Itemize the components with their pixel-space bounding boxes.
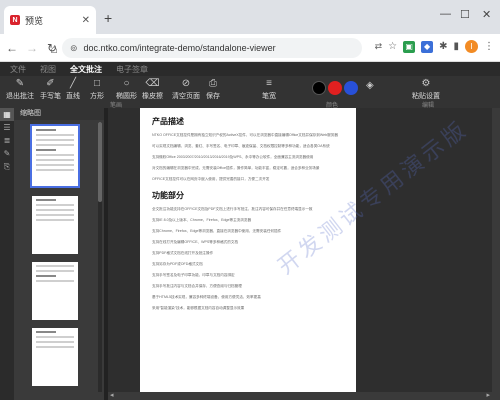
tab-file[interactable]: 文件: [10, 64, 26, 75]
fill-bucket-icon[interactable]: ◈: [366, 80, 374, 93]
handwriting-pen-label: 手写笔: [40, 93, 61, 100]
pen-icon: ✐: [46, 78, 55, 89]
paragraph-line: 可以实现文档编辑、浏览、套红、手写签名、电子印章、痕迹保留、文档权限控制等多种功…: [152, 144, 330, 148]
tab-close-icon[interactable]: ✕: [82, 15, 90, 26]
eraser-button[interactable]: ⌫ 橡皮擦: [142, 78, 163, 101]
pen-exit-icon: ✎: [15, 78, 25, 89]
tab-title: 预览: [25, 15, 44, 26]
back-icon[interactable]: ←: [6, 41, 18, 55]
scroll-right-icon[interactable]: ▸: [486, 391, 490, 399]
rectangle-button[interactable]: □ 方形: [90, 78, 104, 101]
toolbar-extensions: ⇄ ☆ ▣ ◆ ✱ ▮ I ⋮: [375, 40, 494, 53]
paragraph-line: NTKO OFFICE文档控件是拥有独立知识产权的ActiveX控件，可以在浏览…: [152, 133, 338, 137]
paragraph-line: 支持微软Office 2003/2007/2010/2013/2016/2019…: [152, 155, 314, 159]
extensions-puzzle-icon[interactable]: ✱: [439, 41, 447, 52]
paragraph-line: 支持手写批注内容与文档合并保存，方便查阅与归档管理: [152, 284, 242, 288]
heading-product-description: 产品描述: [152, 117, 184, 126]
color-blue-swatch[interactable]: [344, 81, 358, 95]
clear-page-button[interactable]: ⊘ 清空页面: [172, 78, 200, 101]
annotations-icon[interactable]: ✎: [0, 147, 14, 160]
site-logo-icon: N: [10, 15, 20, 25]
paragraph-line: OFFICE文档控件可以在网页中嵌入使用，提供完善的接口，方便二次开发: [152, 177, 270, 181]
ribbon-toolbar: ✎ 退出批注 ✐ 手写笔 ╱ 直线 □ 方形 ○ 椭圆形 ⌫ 橡皮擦 ⊘ 清空页…: [0, 76, 500, 109]
viewer-vertical-scrollbar[interactable]: [492, 108, 500, 392]
rectangle-icon: □: [93, 78, 101, 89]
new-tab-button[interactable]: +: [104, 10, 112, 26]
url-text: doc.ntko.com/integrate-demo/standalone-v…: [83, 43, 276, 53]
tab-fulltext-annotation[interactable]: 全文批注: [70, 64, 102, 75]
settings-icon: ⚙: [421, 78, 431, 89]
home-icon[interactable]: ⌂: [48, 42, 60, 56]
url-input[interactable]: ⊚ doc.ntko.com/integrate-demo/standalone…: [62, 38, 362, 58]
profile-avatar[interactable]: I: [465, 40, 478, 53]
thumbnails-icon[interactable]: ▦: [0, 108, 14, 121]
bookmark-star-icon[interactable]: ☆: [388, 41, 397, 52]
line-icon: ╱: [69, 78, 77, 89]
clear-page-label: 清空页面: [172, 93, 200, 100]
tab-e-signature[interactable]: 电子签章: [116, 64, 148, 75]
eraser-label: 橡皮擦: [142, 93, 163, 100]
page-thumbnail[interactable]: [32, 328, 78, 386]
close-window-icon[interactable]: ✕: [482, 8, 491, 21]
paragraph-line: 采用“智能渲染”技术，能够根据文档内容自动调整显示效果: [152, 306, 245, 310]
page-thumbnail[interactable]: [32, 196, 78, 254]
browser-menu-icon[interactable]: ⋮: [484, 41, 494, 52]
exit-annotation-label: 退出批注: [6, 93, 34, 100]
thumbnail-scrollbar[interactable]: [98, 122, 102, 392]
heading-features: 功能部分: [152, 191, 184, 200]
sidepanel-icon[interactable]: ▮: [453, 41, 459, 52]
maximize-icon[interactable]: ☐: [460, 8, 470, 21]
save-button[interactable]: ⎙ 保存: [206, 78, 220, 101]
page-thumbnail[interactable]: [30, 124, 80, 188]
clear-page-icon: ⊘: [181, 78, 191, 89]
extension-blue-icon[interactable]: ◆: [421, 40, 434, 53]
pen-width-icon: ≡: [266, 78, 272, 89]
paragraph-line: 支持手写签名及电子印章功能，印章与文档内容绑定: [152, 273, 235, 277]
viewer-horizontal-scrollbar[interactable]: ◂ ▸: [108, 392, 500, 400]
pen-width-button[interactable]: ≡ 笔宽: [262, 78, 276, 101]
viewer-app: 文件 视图 全文批注 电子签章 ✎ 退出批注 ✐ 手写笔 ╱ 直线 □ 方形 ○…: [0, 62, 500, 400]
exit-annotation-button[interactable]: ✎ 退出批注: [6, 78, 34, 101]
save-label: 保存: [206, 93, 220, 100]
scroll-left-icon[interactable]: ◂: [110, 391, 114, 399]
rectangle-label: 方形: [90, 93, 104, 100]
site-info-icon[interactable]: ⊚: [70, 43, 78, 54]
paste-settings-button[interactable]: ⚙ 粘贴设置: [412, 78, 440, 101]
outline-icon[interactable]: ☰: [0, 121, 14, 134]
paragraph-line: 对文档的编辑在浏览器中完成，无需安装Office插件，操作简单，功能丰富，稳定可…: [152, 166, 320, 170]
address-bar: ← → ↻ ⌂ ⊚ doc.ntko.com/integrate-demo/st…: [0, 34, 500, 62]
minimize-icon[interactable]: —: [440, 8, 451, 20]
paragraph-line: 全文批注功能支持在OFFICE文档及PDF文档上进行手写批注，批注内容可保存并在…: [152, 207, 313, 211]
attachments-icon[interactable]: ⎘: [0, 160, 14, 173]
left-icon-bar: ▦ ☰ ≣ ✎ ⎘: [0, 108, 14, 400]
handwriting-pen-button[interactable]: ✐ 手写笔: [40, 78, 61, 101]
browser-tab[interactable]: N 预览 ✕: [4, 6, 96, 34]
thumbnail-panel-title: 缩略图: [14, 108, 104, 120]
color-red-swatch[interactable]: [328, 81, 342, 95]
eraser-icon: ⌫: [145, 78, 160, 89]
bookmarks-list-icon[interactable]: ≣: [0, 134, 14, 147]
menu-tabs: 文件 视图 全文批注 电子签章: [0, 62, 500, 76]
ellipse-button[interactable]: ○ 椭圆形: [116, 78, 137, 101]
forward-icon[interactable]: →: [26, 41, 38, 55]
save-icon: ⎙: [209, 78, 217, 89]
extension-shield-icon[interactable]: ▣: [403, 40, 416, 53]
tab-view[interactable]: 视图: [40, 64, 56, 75]
paragraph-line: 支持另存为PDF或OFD格式文档: [152, 262, 203, 266]
line-button[interactable]: ╱ 直线: [66, 78, 80, 101]
color-black-swatch[interactable]: [312, 81, 326, 95]
pen-width-label: 笔宽: [262, 93, 276, 100]
browser-tab-strip: N 预览 ✕ + — ☐ ✕: [0, 0, 500, 34]
thumbnail-panel: 缩略图: [14, 108, 104, 400]
page-thumbnail[interactable]: [32, 262, 78, 320]
ellipse-icon: ○: [123, 78, 130, 89]
translate-icon[interactable]: ⇄: [375, 41, 383, 52]
line-label: 直线: [66, 93, 80, 100]
paragraph-line: 基于HTML5技术实现，兼容多种终端设备，使用方便灵活，效率更高: [152, 295, 261, 299]
